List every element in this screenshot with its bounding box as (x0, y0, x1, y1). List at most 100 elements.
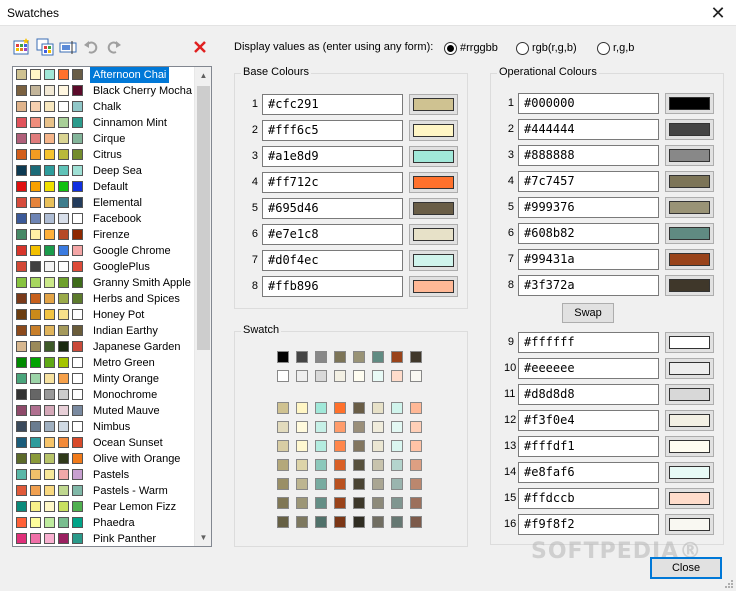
colour-picker-button[interactable] (665, 197, 714, 218)
swatch-cell[interactable] (296, 370, 308, 382)
swatch-cell[interactable] (277, 478, 289, 490)
swatch-cell[interactable] (410, 351, 422, 363)
hex-input[interactable]: #3f372a (518, 275, 659, 296)
swatch-cell[interactable] (296, 440, 308, 452)
list-item[interactable]: Muted Mauve (13, 403, 194, 419)
list-item[interactable]: Deep Sea (13, 163, 194, 179)
colour-picker-button[interactable] (665, 514, 714, 535)
swatch-cell[interactable] (353, 351, 365, 363)
swatch-list[interactable]: Afternoon Chai Black Cherry Mocha Chalk Cin… (12, 66, 212, 547)
swatch-cell[interactable] (334, 516, 346, 528)
swatch-cell[interactable] (277, 421, 289, 433)
hex-input[interactable]: #000000 (518, 93, 659, 114)
list-item[interactable]: Monochrome (13, 387, 194, 403)
window-close-icon[interactable]: ✕ (700, 0, 736, 26)
swatch-cell[interactable] (334, 370, 346, 382)
hex-input[interactable]: #eeeeee (518, 358, 659, 379)
swatch-cell[interactable] (353, 440, 365, 452)
colour-picker-button[interactable] (665, 384, 714, 405)
hex-input[interactable]: #fffdf1 (518, 436, 659, 457)
swatch-cell[interactable] (391, 402, 403, 414)
scroll-down-icon[interactable]: ▼ (195, 529, 211, 546)
list-item[interactable]: Cinnamon Mint (13, 115, 194, 131)
swatch-cell[interactable] (353, 478, 365, 490)
list-item[interactable]: Metro Green (13, 355, 194, 371)
colour-picker-button[interactable] (409, 146, 458, 167)
list-item[interactable]: Afternoon Chai (13, 67, 194, 83)
swatch-cell[interactable] (410, 370, 422, 382)
hex-input[interactable]: #695d46 (262, 198, 403, 219)
swatch-cell[interactable] (315, 351, 327, 363)
colour-picker-button[interactable] (409, 250, 458, 271)
swatch-cell[interactable] (334, 421, 346, 433)
hex-input[interactable]: #f3f0e4 (518, 410, 659, 431)
swatch-cell[interactable] (391, 497, 403, 509)
colour-picker-button[interactable] (665, 171, 714, 192)
hex-input[interactable]: #ffb896 (262, 276, 403, 297)
copy-swatch-icon[interactable] (35, 37, 55, 57)
hex-input[interactable]: #d0f4ec (262, 250, 403, 271)
swatch-cell[interactable] (372, 478, 384, 490)
hex-input[interactable]: #999376 (518, 197, 659, 218)
swatch-cell[interactable] (372, 370, 384, 382)
swatch-cell[interactable] (410, 478, 422, 490)
colour-picker-button[interactable] (409, 94, 458, 115)
swatch-cell[interactable] (372, 440, 384, 452)
hex-input[interactable]: #f9f8f2 (518, 514, 659, 535)
swatch-cell[interactable] (315, 440, 327, 452)
colour-picker-button[interactable] (409, 276, 458, 297)
swatch-cell[interactable] (296, 478, 308, 490)
swatch-cell[interactable] (391, 516, 403, 528)
hex-input[interactable]: #ffffff (518, 332, 659, 353)
swatch-cell[interactable] (372, 497, 384, 509)
list-item[interactable]: Indian Earthy (13, 323, 194, 339)
swatch-cell[interactable] (334, 402, 346, 414)
swatch-cell[interactable] (372, 459, 384, 471)
swatch-cell[interactable] (372, 402, 384, 414)
swatch-cell[interactable] (334, 497, 346, 509)
swatch-cell[interactable] (334, 351, 346, 363)
swatch-cell[interactable] (353, 402, 365, 414)
swatch-cell[interactable] (391, 440, 403, 452)
swatch-cell[interactable] (296, 402, 308, 414)
swatch-cell[interactable] (372, 351, 384, 363)
list-item[interactable]: Pink Panther (13, 531, 194, 546)
swatch-cell[interactable] (410, 402, 422, 414)
swatch-cell[interactable] (410, 440, 422, 452)
resize-grip-icon[interactable] (724, 579, 734, 589)
swatch-cell[interactable] (334, 459, 346, 471)
list-item[interactable]: Elemental (13, 195, 194, 211)
hex-input[interactable]: #7c7457 (518, 171, 659, 192)
colour-picker-button[interactable] (409, 120, 458, 141)
colour-picker-button[interactable] (409, 172, 458, 193)
swatch-cell[interactable] (277, 516, 289, 528)
colour-picker-button[interactable] (409, 224, 458, 245)
list-item[interactable]: Firenze (13, 227, 194, 243)
swatch-cell[interactable] (391, 459, 403, 471)
colour-picker-button[interactable] (665, 436, 714, 457)
swatch-cell[interactable] (353, 370, 365, 382)
colour-picker-button[interactable] (665, 462, 714, 483)
swatch-cell[interactable] (315, 421, 327, 433)
swatch-cell[interactable] (353, 497, 365, 509)
rename-swatch-icon[interactable] (58, 37, 78, 57)
hex-input[interactable]: #444444 (518, 119, 659, 140)
list-item[interactable]: Pear Lemon Fizz (13, 499, 194, 515)
list-item[interactable]: Ocean Sunset (13, 435, 194, 451)
swatch-cell[interactable] (315, 497, 327, 509)
colour-picker-button[interactable] (665, 358, 714, 379)
swatch-cell[interactable] (296, 351, 308, 363)
swatch-cell[interactable] (315, 402, 327, 414)
swatch-cell[interactable] (315, 478, 327, 490)
undo-icon[interactable] (81, 37, 101, 57)
close-button[interactable]: Close (650, 557, 722, 579)
swatch-cell[interactable] (315, 459, 327, 471)
swap-button[interactable]: Swap (562, 303, 614, 323)
swatch-cell[interactable] (391, 351, 403, 363)
hex-input[interactable]: #cfc291 (262, 94, 403, 115)
radio-rgb[interactable]: rgb(r,g,b) (516, 40, 577, 56)
hex-input[interactable]: #fff6c5 (262, 120, 403, 141)
colour-picker-button[interactable] (665, 275, 714, 296)
swatch-cell[interactable] (277, 440, 289, 452)
list-item[interactable]: Chalk (13, 99, 194, 115)
